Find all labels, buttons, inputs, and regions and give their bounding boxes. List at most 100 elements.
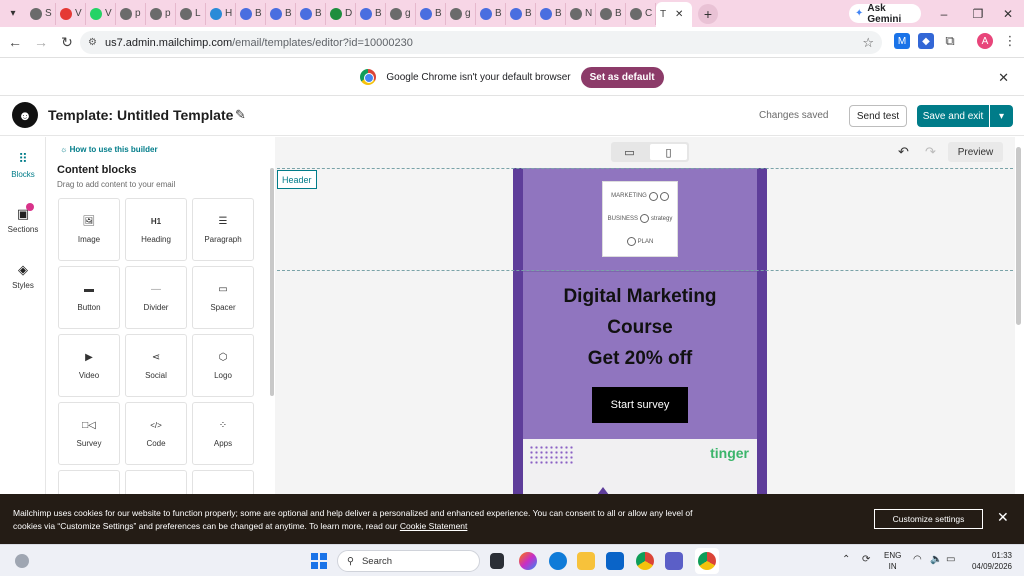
tab-close-icon[interactable]: ✕ bbox=[675, 9, 683, 20]
block-video[interactable]: ▶ Video bbox=[58, 334, 120, 397]
browser-tab[interactable]: N bbox=[566, 2, 596, 25]
extension-cube-icon[interactable]: ◆ bbox=[918, 33, 934, 49]
outlook-icon[interactable] bbox=[606, 552, 624, 570]
forward-arrow-icon[interactable]: → bbox=[28, 29, 54, 55]
browser-tab[interactable]: B bbox=[506, 2, 536, 25]
redo-icon[interactable]: ↷ bbox=[925, 144, 936, 160]
block-survey[interactable]: □◁ Survey bbox=[58, 402, 120, 465]
browser-tab[interactable]: g bbox=[446, 2, 476, 25]
chevron-up-icon[interactable]: ⌃ bbox=[842, 554, 850, 565]
tab-list: S V Vp p L H B B B D Bg Bg B B B N B C bbox=[26, 0, 656, 27]
site-info-icon[interactable]: ⚙ bbox=[88, 37, 97, 48]
bookmark-star-icon[interactable]: ☆ bbox=[862, 35, 874, 51]
cookie-statement-link[interactable]: Cookie Statement bbox=[400, 521, 468, 531]
address-bar[interactable]: ⚙ us7.admin.mailchimp.com/email/template… bbox=[80, 31, 882, 54]
weather-icon[interactable] bbox=[15, 554, 29, 568]
how-to-link[interactable]: ☼ How to use this builder bbox=[60, 145, 158, 154]
customize-settings-button[interactable]: Customize settings bbox=[874, 509, 983, 529]
footer-image[interactable]: tinger bbox=[523, 439, 757, 495]
save-and-exit-button[interactable]: Save and exit bbox=[917, 105, 989, 127]
extension-m-icon[interactable]: M bbox=[894, 33, 910, 49]
panel-scrollbar[interactable] bbox=[270, 168, 274, 396]
taskbar-search-box[interactable]: ⚲ Search bbox=[337, 550, 480, 572]
copilot-icon[interactable] bbox=[519, 552, 537, 570]
tab-search-chevron-icon[interactable]: ▾ bbox=[0, 0, 26, 27]
rail-item-sections[interactable]: ▣ Sections bbox=[0, 203, 46, 234]
email-headline[interactable]: Digital Marketing Course Get 20% off bbox=[523, 281, 757, 374]
profile-avatar[interactable]: A bbox=[977, 33, 993, 49]
ask-gemini-button[interactable]: ✦ Ask Gemini bbox=[849, 3, 921, 25]
rail-item-blocks[interactable]: ⠿ Blocks bbox=[0, 151, 46, 179]
file-explorer-icon[interactable] bbox=[577, 552, 595, 570]
browser-tab[interactable]: p bbox=[146, 2, 176, 25]
send-test-button[interactable]: Send test bbox=[849, 105, 907, 127]
windows-start-icon[interactable] bbox=[311, 553, 327, 569]
browser-tab-label: B bbox=[525, 8, 532, 19]
block-paragraph[interactable]: ☰ Paragraph bbox=[192, 198, 254, 261]
canvas-scrollbar[interactable] bbox=[1016, 147, 1021, 325]
edit-title-pencil-icon[interactable]: ✎ bbox=[235, 107, 246, 123]
cookie-close-icon[interactable]: ✕ bbox=[997, 509, 1009, 526]
desktop-view-icon[interactable]: ▭ bbox=[611, 142, 648, 162]
browser-tab[interactable]: D bbox=[326, 2, 356, 25]
edge-icon[interactable] bbox=[549, 552, 567, 570]
browser-tab[interactable]: B bbox=[596, 2, 626, 25]
rail-item-styles[interactable]: ◈ Styles bbox=[0, 262, 46, 290]
browser-tab[interactable]: V bbox=[56, 2, 86, 25]
chrome-active-icon[interactable] bbox=[698, 552, 716, 570]
browser-tab[interactable]: B bbox=[536, 2, 566, 25]
reload-icon[interactable]: ↻ bbox=[54, 29, 80, 55]
block-image[interactable]: 🖼 Image bbox=[58, 198, 120, 261]
block-button[interactable]: ▬ Button bbox=[58, 266, 120, 329]
language-indicator[interactable]: ENG IN bbox=[884, 550, 901, 572]
set-as-default-button[interactable]: Set as default bbox=[580, 66, 664, 88]
browser-tab[interactable]: B bbox=[416, 2, 446, 25]
mailchimp-logo-icon[interactable]: ☻ bbox=[12, 102, 38, 128]
globe-icon bbox=[210, 7, 222, 20]
block-apps[interactable]: ⁘ Apps bbox=[192, 402, 254, 465]
block-logo[interactable]: ⬡ Logo bbox=[192, 334, 254, 397]
content-blocks-subtitle: Drag to add content to your email bbox=[57, 180, 176, 189]
block-spacer[interactable]: ▭ Spacer bbox=[192, 266, 254, 329]
header-section-outline[interactable]: Header bbox=[277, 168, 1013, 271]
browser-tab[interactable]: B bbox=[236, 2, 266, 25]
volume-icon[interactable]: 🔈 bbox=[930, 554, 942, 565]
infobar-close-icon[interactable]: ✕ bbox=[998, 70, 1009, 86]
browser-tab[interactable]: H bbox=[206, 2, 236, 25]
browser-tab[interactable]: B bbox=[476, 2, 506, 25]
browser-tab[interactable]: p bbox=[116, 2, 146, 25]
chrome-taskbar-icon[interactable] bbox=[636, 552, 654, 570]
browser-tab[interactable]: B bbox=[356, 2, 386, 25]
browser-tab[interactable]: B bbox=[266, 2, 296, 25]
browser-tab[interactable]: B bbox=[296, 2, 326, 25]
block-social[interactable]: ⋖ Social bbox=[125, 334, 187, 397]
start-survey-button[interactable]: Start survey bbox=[592, 387, 688, 423]
browser-tab[interactable]: C bbox=[626, 2, 656, 25]
mobile-view-icon[interactable]: ▯ bbox=[650, 144, 687, 160]
cookie-banner: Mailchimp uses cookies for our website t… bbox=[0, 494, 1024, 544]
task-view-icon[interactable] bbox=[490, 553, 504, 569]
block-code[interactable]: </> Code bbox=[125, 402, 187, 465]
browser-tab[interactable]: g bbox=[386, 2, 416, 25]
back-arrow-icon[interactable]: ← bbox=[2, 29, 28, 55]
tab-active[interactable]: T ✕ bbox=[656, 2, 692, 27]
clock[interactable]: 01:33 04/09/2026 bbox=[968, 550, 1012, 572]
block-heading[interactable]: H1 Heading bbox=[125, 198, 187, 261]
sync-icon[interactable]: ⟳ bbox=[862, 554, 870, 565]
preview-button[interactable]: Preview bbox=[948, 142, 1003, 162]
browser-tab[interactable]: S bbox=[26, 2, 56, 25]
browser-tab[interactable]: L bbox=[176, 2, 206, 25]
battery-icon[interactable]: ▭ bbox=[946, 554, 955, 565]
extensions-puzzle-icon[interactable]: ⧉ bbox=[942, 33, 958, 49]
browser-tab[interactable]: V bbox=[86, 2, 116, 25]
teams-icon[interactable] bbox=[665, 552, 683, 570]
block-divider[interactable]: — Divider bbox=[125, 266, 187, 329]
header-section-label[interactable]: Header bbox=[277, 170, 317, 189]
undo-icon[interactable]: ↶ bbox=[898, 144, 909, 160]
email-canvas: ▭ ▯ ↶ ↷ Preview MARKETING BUSINESS strat… bbox=[275, 137, 1015, 495]
new-tab-button[interactable]: + bbox=[698, 3, 718, 24]
save-options-chevron-icon[interactable]: ▾ bbox=[990, 105, 1013, 127]
wifi-icon[interactable]: ◠ bbox=[913, 554, 922, 565]
chrome-menu-icon[interactable]: ⋮ bbox=[1002, 33, 1018, 49]
close-window-icon[interactable]: ✕ bbox=[988, 0, 1024, 27]
